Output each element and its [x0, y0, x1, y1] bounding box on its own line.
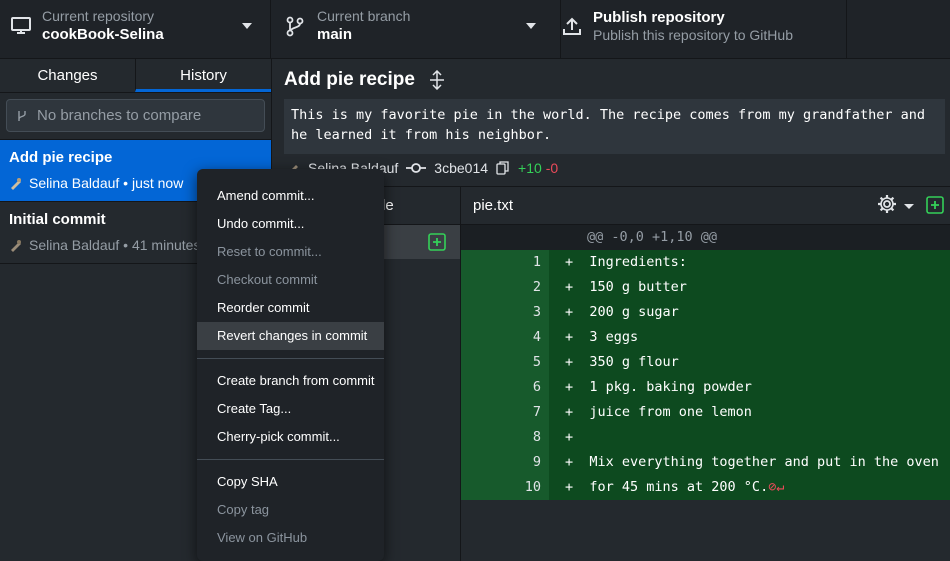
- diff-line[interactable]: 4 + 3 eggs: [461, 325, 950, 350]
- branch-selector[interactable]: Current branch main: [271, 0, 561, 59]
- tab-history[interactable]: History: [135, 59, 271, 92]
- line-number: 5: [461, 350, 549, 375]
- sidebar-tabs: Changes History: [0, 59, 271, 93]
- commit-item-meta: Selina Baldauf • 41 minutes: [29, 237, 201, 253]
- branch-icon: [286, 16, 304, 37]
- commit-item-meta: Selina Baldauf • just now: [29, 175, 184, 191]
- line-text: + 350 g flour: [549, 350, 950, 375]
- copy-icon[interactable]: [496, 161, 510, 175]
- line-number: 1: [461, 250, 549, 275]
- commit-icon: [406, 163, 427, 173]
- line-number: 2: [461, 275, 549, 300]
- line-text: +: [549, 425, 950, 450]
- branch-name: main: [317, 26, 353, 43]
- expand-icon[interactable]: [429, 70, 445, 90]
- chevron-down-icon: [526, 23, 536, 29]
- menu-item-undo-commit[interactable]: Undo commit...: [197, 210, 384, 238]
- context-menu: Amend commit... Undo commit... Reset to co…: [197, 169, 384, 561]
- avatar: [11, 178, 21, 190]
- line-text: + Mix everything together and put in the…: [549, 450, 950, 475]
- branch-label: Current branch: [317, 8, 411, 24]
- menu-item-reset-to-commit: Reset to commit...: [217, 244, 322, 259]
- menu-item-view-on-github: View on GitHub: [217, 530, 308, 545]
- repo-label: Current repository: [42, 8, 155, 24]
- file-added-icon: [926, 196, 944, 214]
- menu-separator: [197, 358, 384, 359]
- diff-line[interactable]: 10 + for 45 mins at 200 °C.⊘↵: [461, 475, 950, 500]
- diff-lines: 1 + Ingredients: 2 + 150 g butter 3 + 200 g s…: [461, 250, 950, 500]
- branch-icon: [18, 110, 26, 121]
- menu-item-copy-sha[interactable]: Copy SHA: [197, 468, 384, 496]
- diff-line[interactable]: 8 +: [461, 425, 950, 450]
- chevron-down-icon: [242, 23, 252, 29]
- tab-changes[interactable]: Changes: [0, 59, 135, 92]
- diff-panel: pie.txt @@ -0,0 +1,10 @@ 1 + Ingredients:…: [461, 187, 950, 561]
- menu-item-create-tag[interactable]: Create Tag...: [197, 395, 384, 423]
- commit-item-title: Add pie recipe: [9, 149, 113, 166]
- commit-sha: 3cbe014: [434, 160, 489, 176]
- line-text: + 150 g butter: [549, 275, 950, 300]
- monitor-icon: [11, 17, 31, 34]
- menu-item-revert-changes-in-commit[interactable]: Revert changes in commit: [197, 322, 384, 350]
- line-text: + juice from one lemon: [549, 400, 950, 425]
- menu-separator: [197, 459, 384, 460]
- menu-item-checkout-commit: Checkout commit: [217, 272, 318, 287]
- line-text: + Ingredients:: [549, 250, 950, 275]
- diff-line[interactable]: 7 + juice from one lemon: [461, 400, 950, 425]
- line-number: 6: [461, 375, 549, 400]
- repository-selector[interactable]: Current repository cookBook-Selina: [0, 0, 271, 59]
- menu-item-create-branch-from-commit[interactable]: Create branch from commit: [197, 367, 384, 395]
- diff-line[interactable]: 6 + 1 pkg. baking powder: [461, 375, 950, 400]
- hunk-text: @@ -0,0 +1,10 @@: [549, 225, 950, 250]
- line-number: 8: [461, 425, 549, 450]
- diff-line[interactable]: 1 + Ingredients:: [461, 250, 950, 275]
- deletions-count: -0: [545, 160, 559, 176]
- upload-icon: [563, 17, 581, 35]
- line-number: 9: [461, 450, 549, 475]
- branch-compare-input[interactable]: No branches to compare: [6, 99, 265, 132]
- no-newline-icon: ⊘↵: [768, 479, 785, 495]
- avatar: [11, 240, 21, 252]
- diff-line[interactable]: 9 + Mix everything together and put in th…: [461, 450, 950, 475]
- commit-description: This is my favorite pie in the world. Th…: [284, 99, 945, 154]
- publish-repository-button[interactable]: Publish repository Publish this reposito…: [561, 0, 847, 59]
- publish-title: Publish repository: [593, 9, 725, 26]
- line-text: + 1 pkg. baking powder: [549, 375, 950, 400]
- compare-area: No branches to compare: [0, 93, 271, 140]
- line-number: 3: [461, 300, 549, 325]
- publish-description: Publish this repository to GitHub: [593, 27, 793, 43]
- repo-name: cookBook-Selina: [42, 26, 164, 43]
- menu-item-reorder-commit[interactable]: Reorder commit: [197, 294, 384, 322]
- diff-line[interactable]: 2 + 150 g butter: [461, 275, 950, 300]
- line-number: 7: [461, 400, 549, 425]
- line-number: 10: [461, 475, 549, 500]
- menu-item-copy-tag: Copy tag: [217, 502, 270, 517]
- diff-line[interactable]: 5 + 350 g flour: [461, 350, 950, 375]
- diff-filename: pie.txt: [473, 197, 514, 214]
- line-text: + for 45 mins at 200 °C.⊘↵: [549, 475, 950, 500]
- menu-item-cherry-pick-commit[interactable]: Cherry-pick commit...: [197, 423, 384, 451]
- line-number: 4: [461, 325, 549, 350]
- diff-header: pie.txt: [461, 187, 950, 225]
- additions-count: +10: [518, 160, 542, 176]
- line-text: + 3 eggs: [549, 325, 950, 350]
- line-text: + 200 g sugar: [549, 300, 950, 325]
- chevron-down-icon[interactable]: [904, 204, 914, 209]
- file-added-icon: [428, 233, 446, 251]
- compare-placeholder: No branches to compare: [37, 107, 202, 124]
- menu-item-amend-commit[interactable]: Amend commit...: [197, 182, 384, 210]
- gear-icon[interactable]: [877, 194, 897, 214]
- hunk-header: @@ -0,0 +1,10 @@: [461, 225, 950, 250]
- commit-title: Add pie recipe: [284, 69, 415, 90]
- diff-line[interactable]: 3 + 200 g sugar: [461, 300, 950, 325]
- toolbar: Current repository cookBook-Selina Curre…: [0, 0, 950, 59]
